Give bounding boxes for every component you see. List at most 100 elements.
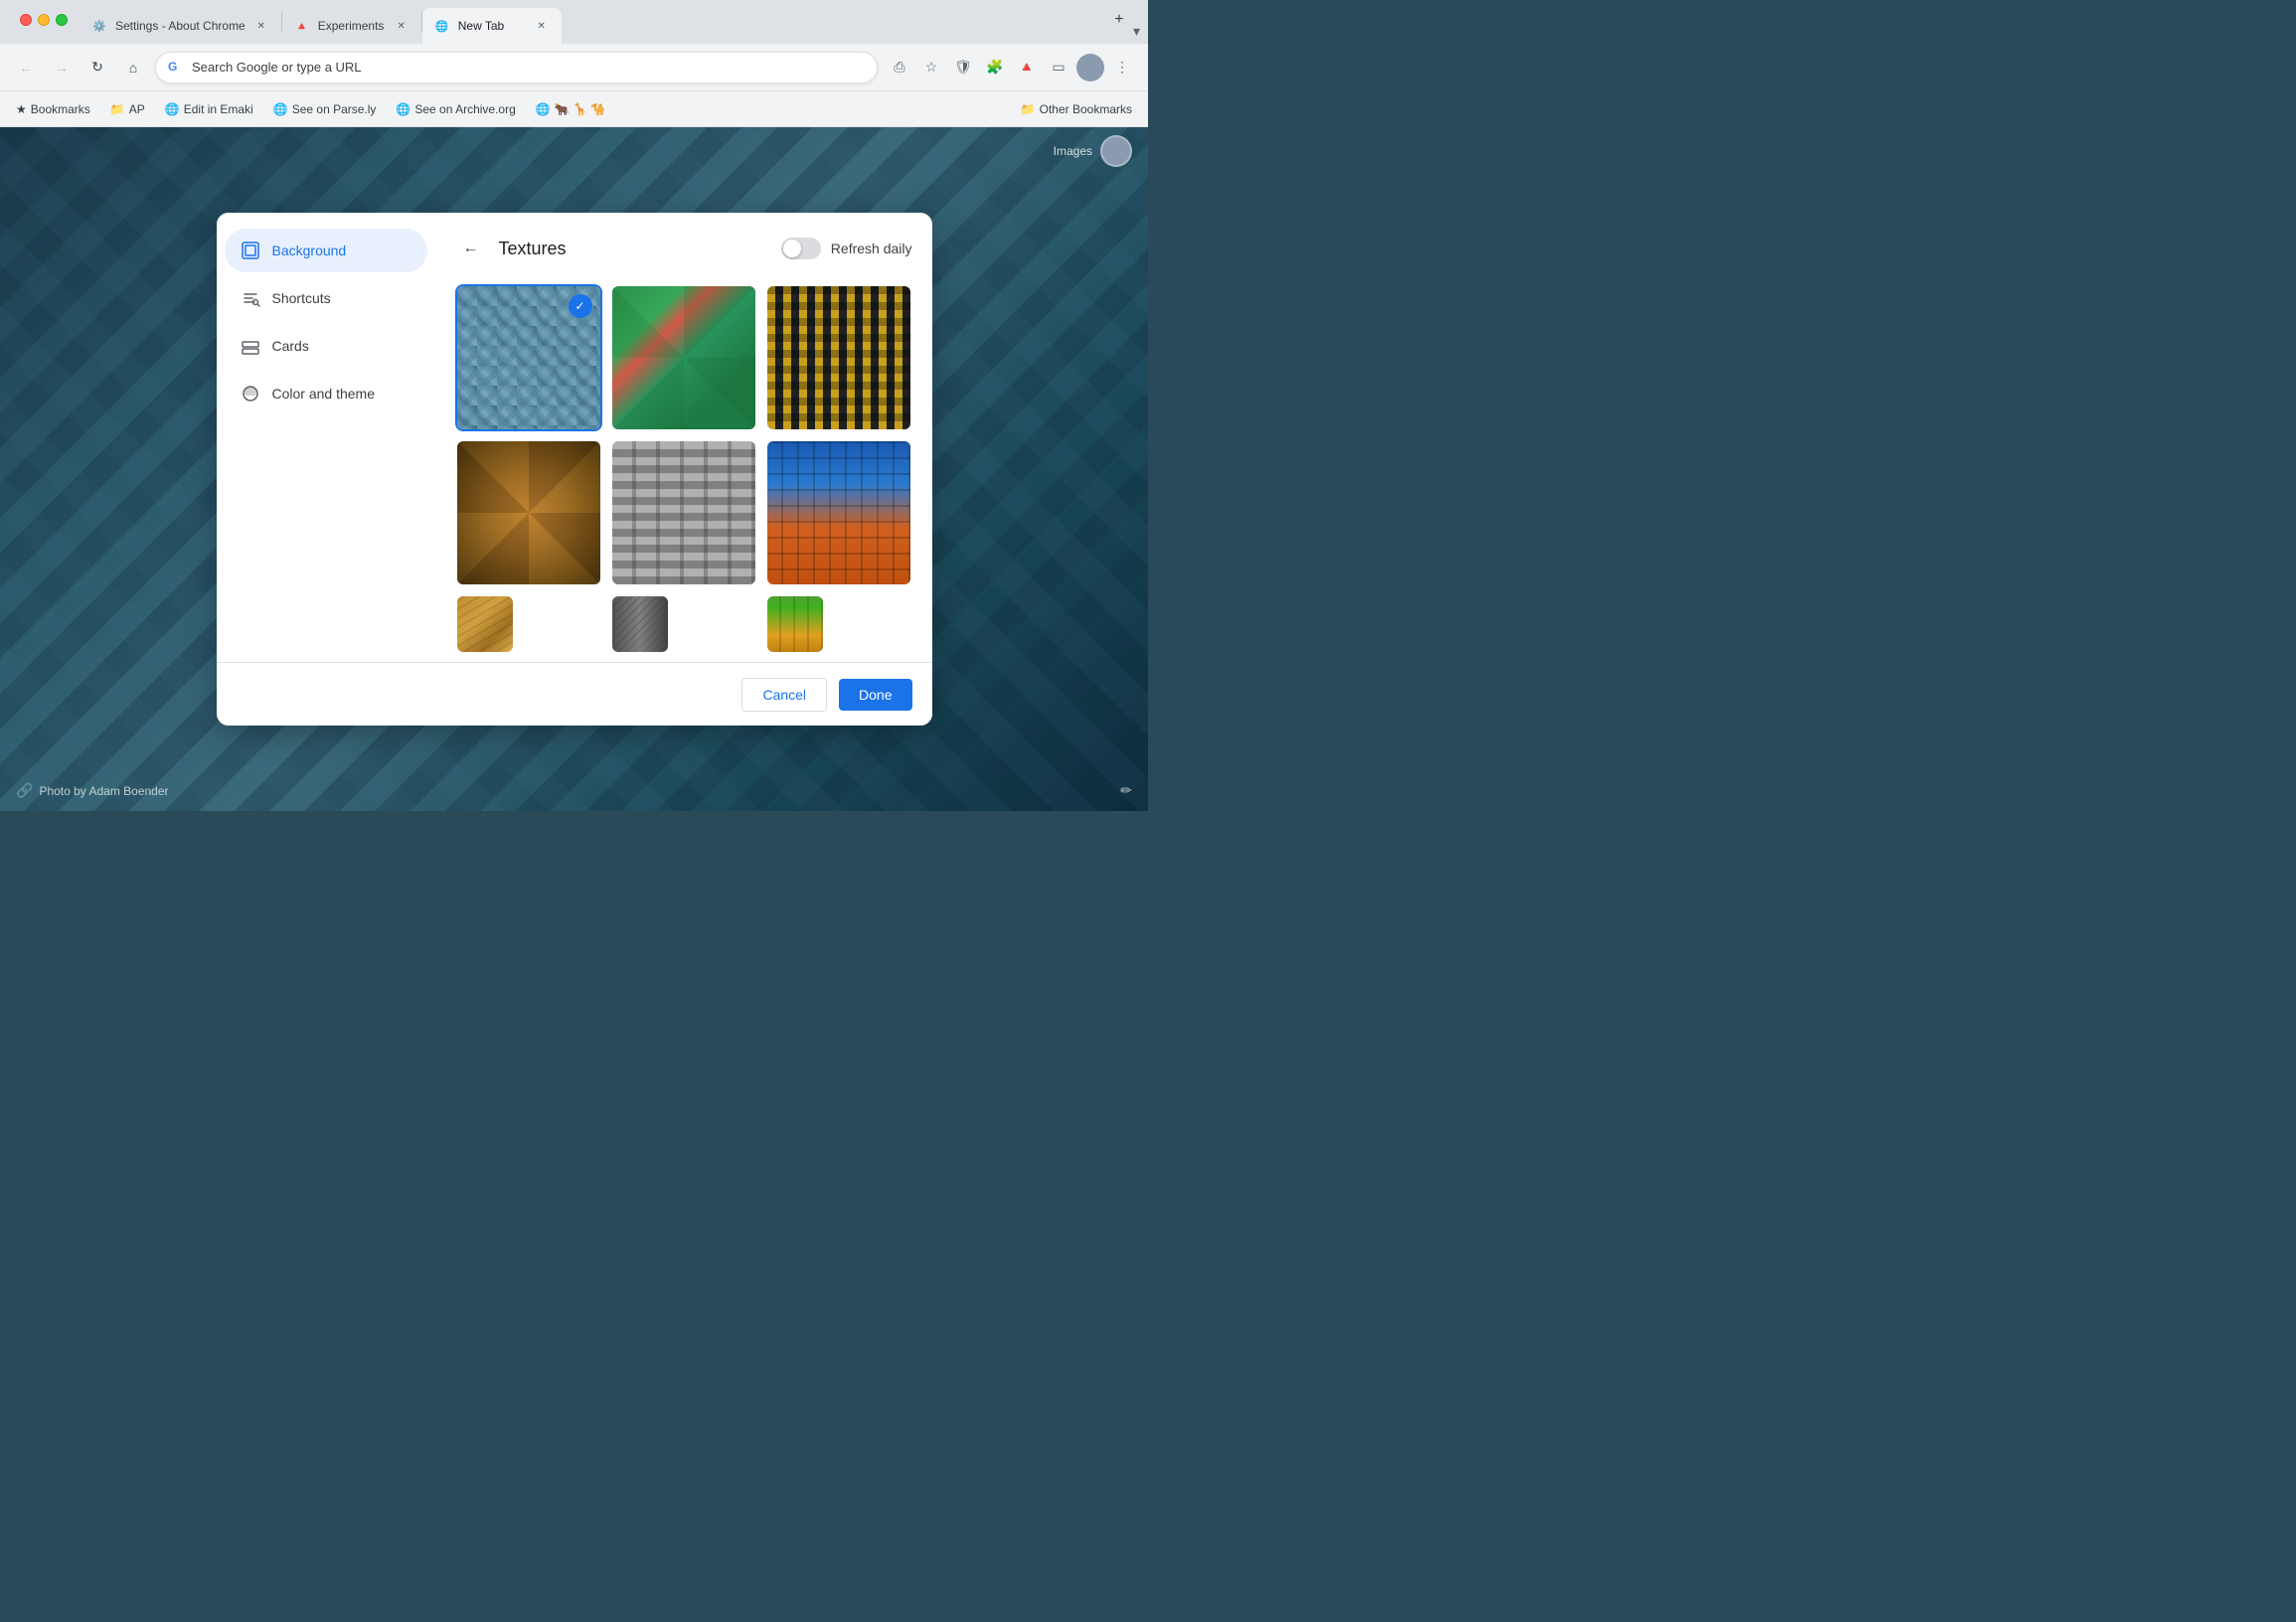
tab-list-button[interactable]: ▾	[1133, 23, 1140, 40]
settings-tab-close[interactable]: ✕	[253, 18, 269, 34]
refresh-daily-control: Refresh daily	[781, 238, 912, 259]
texture-image-grid: ✓	[455, 284, 912, 662]
minimize-window-button[interactable]	[38, 14, 50, 26]
customize-sidebar: Background Shortcuts	[217, 213, 435, 662]
bookmark-archive-label: See on Archive.org	[414, 102, 515, 116]
fullscreen-window-button[interactable]	[56, 14, 68, 26]
texture-item-5[interactable]	[610, 439, 757, 586]
newtab-tab-close[interactable]: ✕	[534, 18, 550, 34]
bookmark-bookmarks-label: Bookmarks	[31, 102, 90, 116]
experiments-tab-title: Experiments	[318, 19, 386, 33]
address-bar: ← → ↻ ⌂ G Search Google or type a URL ⎙ …	[0, 44, 1148, 91]
refresh-daily-toggle[interactable]	[781, 238, 821, 259]
bookmark-star-icon: ★	[16, 102, 27, 116]
chrome-menu-button[interactable]: ⋮	[1108, 54, 1136, 81]
modal-footer: Cancel Done	[217, 662, 932, 726]
texture-item-2[interactable]	[610, 284, 757, 431]
customize-modal: Background Shortcuts	[217, 213, 932, 726]
experiments-tab-icon: 🔺	[294, 18, 310, 34]
google-icon: G	[168, 60, 184, 76]
background-label: Background	[272, 243, 347, 258]
shield-icon: 🛡	[949, 54, 977, 81]
tab-newtab[interactable]: 🌐 New Tab ✕	[422, 8, 562, 44]
texture-item-7[interactable]	[455, 594, 515, 654]
split-view-button[interactable]: ▭	[1045, 54, 1072, 81]
shortcuts-icon	[241, 288, 260, 308]
tab-settings[interactable]: ⚙️ Settings - About Chrome ✕	[80, 8, 281, 44]
sidebar-item-shortcuts[interactable]: Shortcuts	[225, 276, 427, 320]
bookmark-archive-icon: 🌐	[396, 102, 410, 116]
cast-icon: 🔺	[1013, 54, 1041, 81]
back-button[interactable]: ←	[12, 54, 40, 81]
texture-item-9[interactable]	[765, 594, 825, 654]
bookmark-animals-label: 🐂 🦒 🐪	[555, 102, 606, 116]
home-button[interactable]: ⌂	[119, 54, 147, 81]
bookmark-ap-label: AP	[129, 102, 145, 116]
newtab-tab-icon: 🌐	[434, 18, 450, 34]
reload-button[interactable]: ↻	[83, 54, 111, 81]
folder-icon: 📁	[1021, 102, 1036, 116]
back-button[interactable]: ←	[455, 233, 487, 264]
bookmark-emaki-label: Edit in Emaki	[184, 102, 253, 116]
toggle-knob	[783, 240, 801, 257]
refresh-daily-label: Refresh daily	[831, 241, 912, 256]
tab-end-controls: ▾	[1133, 23, 1140, 40]
tab-experiments[interactable]: 🔺 Experiments ✕	[282, 8, 421, 44]
new-tab-button[interactable]: +	[1105, 6, 1133, 34]
browser-frame: ⚙️ Settings - About Chrome ✕ 🔺 Experimen…	[0, 0, 1148, 811]
bookmark-star-button[interactable]: ☆	[917, 54, 945, 81]
url-bar[interactable]: G Search Google or type a URL	[155, 52, 878, 83]
bookmark-emaki[interactable]: 🌐 Edit in Emaki	[157, 98, 261, 120]
forward-button[interactable]: →	[48, 54, 76, 81]
bookmark-animals-icon: 🌐	[536, 102, 551, 116]
modal-header-left: ← Textures	[455, 233, 567, 264]
done-button[interactable]: Done	[839, 679, 911, 711]
profile-avatar[interactable]	[1076, 54, 1104, 81]
modal-title: Textures	[499, 239, 567, 259]
modal-overlay: Background Shortcuts	[0, 127, 1148, 811]
sidebar-item-background[interactable]: Background	[225, 229, 427, 272]
bookmark-folder-icon: 📁	[110, 102, 125, 116]
share-button[interactable]: ⎙	[886, 54, 913, 81]
modal-header: ← Textures Refresh daily	[455, 233, 912, 264]
modal-body: Background Shortcuts	[217, 213, 932, 662]
texture-item-1[interactable]: ✓	[455, 284, 602, 431]
newtab-tab-title: New Tab	[458, 19, 526, 33]
bookmark-parsely-label: See on Parse.ly	[292, 102, 377, 116]
texture-item-4[interactable]	[455, 439, 602, 586]
texture-item-3[interactable]	[765, 284, 912, 431]
page-content: Images 🔗 Photo by Adam Boender ✏	[0, 127, 1148, 811]
modal-main: ← Textures Refresh daily	[435, 213, 932, 662]
cards-icon	[241, 336, 260, 356]
bookmark-animals[interactable]: 🌐 🐂 🦒 🐪	[528, 98, 613, 120]
tab-bar: ⚙️ Settings - About Chrome ✕ 🔺 Experimen…	[0, 0, 1148, 44]
texture-item-8[interactable]	[610, 594, 670, 654]
url-text: Search Google or type a URL	[192, 60, 865, 75]
texture-item-6[interactable]	[765, 439, 912, 586]
cancel-button[interactable]: Cancel	[741, 678, 827, 712]
color-theme-label: Color and theme	[272, 386, 376, 402]
bookmark-emaki-icon: 🌐	[165, 102, 180, 116]
extensions-button[interactable]: 🧩	[981, 54, 1009, 81]
bookmark-archive[interactable]: 🌐 See on Archive.org	[388, 98, 523, 120]
bookmark-ap[interactable]: 📁 AP	[102, 98, 153, 120]
sidebar-item-color-theme[interactable]: Color and theme	[225, 372, 427, 415]
close-window-button[interactable]	[20, 14, 32, 26]
bookmark-parsely-icon: 🌐	[273, 102, 288, 116]
bookmarks-bar: ★ Bookmarks 📁 AP 🌐 Edit in Emaki 🌐 See o…	[0, 91, 1148, 127]
background-icon	[241, 241, 260, 260]
traffic-lights	[8, 6, 80, 34]
other-bookmarks-folder[interactable]: 📁 Other Bookmarks	[1013, 98, 1140, 120]
shortcuts-label: Shortcuts	[272, 290, 331, 306]
bookmark-bookmarks[interactable]: ★ Bookmarks	[8, 98, 98, 120]
settings-tab-icon: ⚙️	[91, 18, 107, 34]
color-theme-icon	[241, 384, 260, 404]
experiments-tab-close[interactable]: ✕	[394, 18, 410, 34]
selected-checkmark: ✓	[569, 294, 592, 318]
sidebar-item-cards[interactable]: Cards	[225, 324, 427, 368]
address-bar-actions: ⎙ ☆ 🛡 🧩 🔺 ▭ ⋮	[886, 54, 1136, 81]
cards-label: Cards	[272, 338, 309, 354]
settings-tab-title: Settings - About Chrome	[115, 19, 246, 33]
other-bookmarks-label: Other Bookmarks	[1040, 102, 1132, 116]
bookmark-parsely[interactable]: 🌐 See on Parse.ly	[265, 98, 385, 120]
